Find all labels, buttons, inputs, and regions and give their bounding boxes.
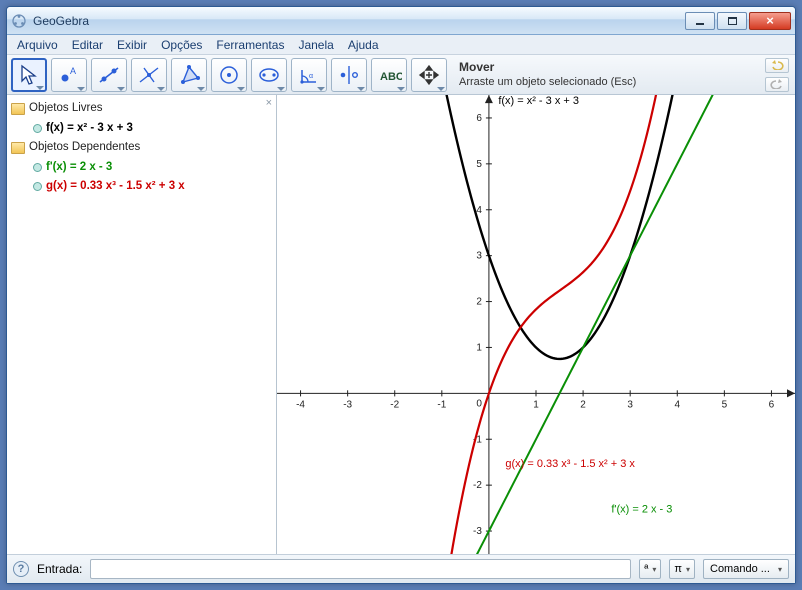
svg-text:f(x) = x² - 3 x + 3: f(x) = x² - 3 x + 3 bbox=[498, 95, 579, 107]
maximize-button[interactable] bbox=[717, 12, 747, 30]
svg-text:3: 3 bbox=[476, 251, 482, 262]
svg-text:1: 1 bbox=[533, 400, 539, 411]
tree-item-f[interactable]: f(x) = x² - 3 x + 3 bbox=[9, 119, 274, 139]
tool-move-view[interactable] bbox=[411, 58, 447, 92]
svg-text:ABC: ABC bbox=[380, 71, 402, 83]
svg-text:-2: -2 bbox=[390, 400, 399, 411]
folder-label: Objetos Dependentes bbox=[29, 138, 140, 158]
svg-text:α: α bbox=[309, 73, 313, 80]
item-label: g(x) = 0.33 x³ - 1.5 x² + 3 x bbox=[46, 177, 185, 197]
svg-text:5: 5 bbox=[476, 159, 482, 170]
graphics-view[interactable]: -4-3-2-1123456-3-2-11234560f(x) = x² - 3… bbox=[277, 95, 795, 554]
tree-folder-dependent[interactable]: Objetos Dependentes bbox=[9, 138, 274, 158]
close-button[interactable]: × bbox=[749, 12, 791, 30]
svg-text:A: A bbox=[70, 66, 76, 76]
tree-folder-free[interactable]: Objetos Livres bbox=[9, 99, 274, 119]
tool-angle[interactable]: α bbox=[291, 58, 327, 92]
svg-text:6: 6 bbox=[476, 113, 482, 124]
menu-janela[interactable]: Janela bbox=[292, 36, 339, 54]
tree-item-fprime[interactable]: f'(x) = 2 x - 3 bbox=[9, 158, 274, 178]
menu-exibir[interactable]: Exibir bbox=[111, 36, 153, 54]
visibility-dot-icon[interactable] bbox=[33, 124, 42, 133]
symbol-alpha-button[interactable]: ª▾ bbox=[639, 559, 661, 579]
input-field[interactable] bbox=[90, 559, 631, 579]
visibility-dot-icon[interactable] bbox=[33, 182, 42, 191]
svg-text:-4: -4 bbox=[296, 400, 305, 411]
window-title: GeoGebra bbox=[33, 14, 685, 28]
algebra-close-icon[interactable]: × bbox=[266, 97, 272, 109]
tool-title: Mover bbox=[459, 60, 494, 74]
input-bar: ? Entrada: ª▾ π▾ Comando ...▾ bbox=[7, 555, 795, 583]
visibility-dot-icon[interactable] bbox=[33, 163, 42, 172]
svg-text:-2: -2 bbox=[473, 480, 482, 491]
undo-button[interactable] bbox=[765, 58, 789, 73]
tool-polygon[interactable] bbox=[171, 58, 207, 92]
menu-opcoes[interactable]: Opções bbox=[155, 36, 208, 54]
svg-text:1: 1 bbox=[476, 342, 482, 353]
tool-subtitle: Arraste um objeto selecionado (Esc) bbox=[459, 76, 636, 88]
tool-point[interactable]: A bbox=[51, 58, 87, 92]
help-icon[interactable]: ? bbox=[13, 561, 29, 577]
svg-text:g(x) = 0.33 x³ - 1.5 x² + 3 x: g(x) = 0.33 x³ - 1.5 x² + 3 x bbox=[505, 458, 635, 470]
algebra-view: × Objetos Livres f(x) = x² - 3 x + 3 Obj… bbox=[7, 95, 277, 554]
svg-text:-1: -1 bbox=[437, 400, 446, 411]
tool-description: Mover Arraste um objeto selecionado (Esc… bbox=[451, 60, 761, 90]
menubar: Arquivo Editar Exibir Opções Ferramentas… bbox=[7, 35, 795, 55]
redo-button[interactable] bbox=[765, 77, 789, 92]
menu-ajuda[interactable]: Ajuda bbox=[342, 36, 385, 54]
tool-line[interactable] bbox=[91, 58, 127, 92]
svg-text:5: 5 bbox=[722, 400, 728, 411]
tool-conic[interactable] bbox=[251, 58, 287, 92]
titlebar: GeoGebra × bbox=[7, 7, 795, 35]
svg-text:6: 6 bbox=[769, 400, 775, 411]
menu-editar[interactable]: Editar bbox=[66, 36, 109, 54]
folder-icon bbox=[11, 103, 25, 115]
svg-text:-3: -3 bbox=[343, 400, 352, 411]
svg-text:0: 0 bbox=[476, 398, 482, 409]
symbol-pi-button[interactable]: π▾ bbox=[669, 559, 695, 579]
command-dropdown[interactable]: Comando ...▾ bbox=[703, 559, 789, 579]
input-label: Entrada: bbox=[37, 562, 82, 576]
svg-text:f'(x) = 2 x - 3: f'(x) = 2 x - 3 bbox=[611, 504, 672, 516]
svg-text:3: 3 bbox=[627, 400, 633, 411]
item-label: f(x) = x² - 3 x + 3 bbox=[46, 119, 133, 139]
menu-ferramentas[interactable]: Ferramentas bbox=[210, 36, 290, 54]
svg-text:-3: -3 bbox=[473, 526, 482, 537]
tool-move[interactable] bbox=[11, 58, 47, 92]
tool-text[interactable]: ABC bbox=[371, 58, 407, 92]
tree-item-g[interactable]: g(x) = 0.33 x³ - 1.5 x² + 3 x bbox=[9, 177, 274, 197]
svg-text:2: 2 bbox=[476, 297, 482, 308]
minimize-button[interactable] bbox=[685, 12, 715, 30]
svg-text:2: 2 bbox=[580, 400, 586, 411]
app-icon bbox=[11, 13, 27, 29]
tool-perpendicular[interactable] bbox=[131, 58, 167, 92]
tool-circle[interactable] bbox=[211, 58, 247, 92]
toolbar: A α ABC Mover Arraste um ob bbox=[7, 55, 795, 95]
menu-arquivo[interactable]: Arquivo bbox=[11, 36, 64, 54]
tool-transform[interactable] bbox=[331, 58, 367, 92]
svg-text:4: 4 bbox=[674, 400, 680, 411]
folder-label: Objetos Livres bbox=[29, 99, 103, 119]
item-label: f'(x) = 2 x - 3 bbox=[46, 158, 112, 178]
svg-text:4: 4 bbox=[476, 205, 482, 216]
folder-icon bbox=[11, 142, 25, 154]
